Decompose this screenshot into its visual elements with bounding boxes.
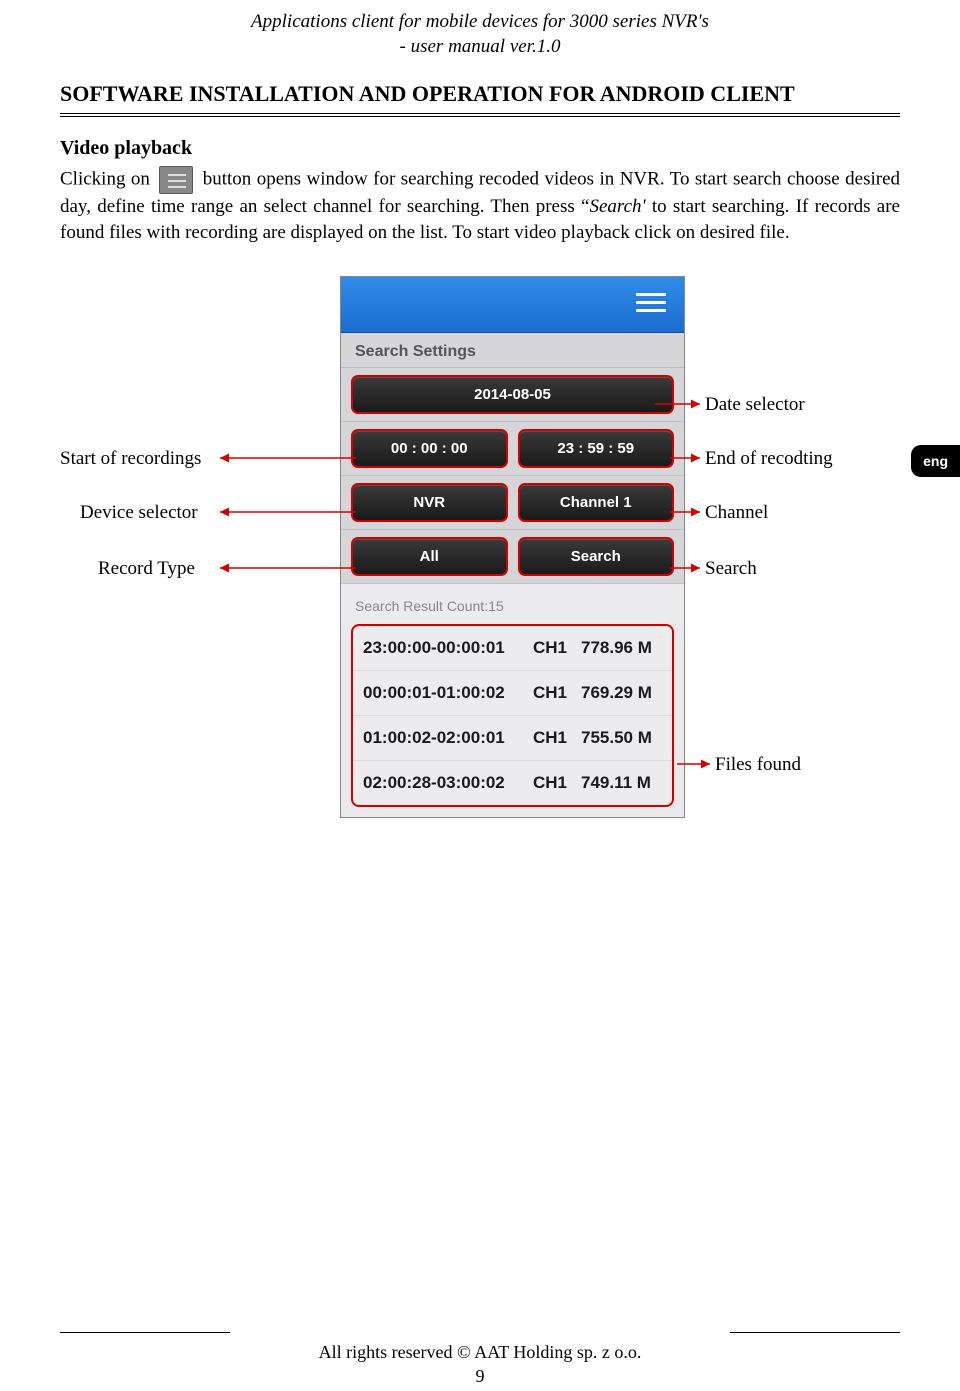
result-size: 749.11 M xyxy=(581,773,662,793)
result-size: 769.29 M xyxy=(581,683,662,703)
callout-search: Search xyxy=(705,558,757,580)
search-button[interactable]: Search xyxy=(518,537,675,576)
callout-channel: Channel xyxy=(705,502,768,524)
time-row: 00 : 00 : 00 23 : 59 : 59 xyxy=(341,422,684,476)
header-line1: Applications client for mobile devices f… xyxy=(60,10,900,35)
callout-device: Device selector xyxy=(80,502,198,524)
list-item[interactable]: 01:00:02-02:00:01 CH1 755.50 M xyxy=(353,716,672,761)
list-item[interactable]: 23:00:00-00:00:01 CH1 778.96 M xyxy=(353,626,672,671)
date-row: 2014-08-05 xyxy=(341,368,684,422)
callout-date: Date selector xyxy=(705,394,805,416)
list-item[interactable]: 02:00:28-03:00:02 CH1 749.11 M xyxy=(353,761,672,805)
topbar xyxy=(341,277,684,333)
date-selector[interactable]: 2014-08-05 xyxy=(351,375,674,414)
footer-rights: All rights reserved © AAT Holding sp. z … xyxy=(0,1342,960,1363)
section-title: SOFTWARE INSTALLATION AND OPERATION FOR … xyxy=(60,81,900,107)
callout-start: Start of recordings xyxy=(60,448,201,470)
device-row: NVR Channel 1 xyxy=(341,476,684,530)
doc-header: Applications client for mobile devices f… xyxy=(60,10,900,59)
callout-rtype: Record Type xyxy=(98,558,195,580)
result-channel: CH1 xyxy=(533,773,581,793)
menu-icon[interactable] xyxy=(636,293,666,315)
result-count: Search Result Count:15 xyxy=(341,584,684,624)
search-row: All Search xyxy=(341,530,684,584)
result-channel: CH1 xyxy=(533,683,581,703)
page-number: 9 xyxy=(0,1366,960,1387)
result-size: 755.50 M xyxy=(581,728,662,748)
result-channel: CH1 xyxy=(533,728,581,748)
result-time: 01:00:02-02:00:01 xyxy=(363,728,533,748)
device-selector[interactable]: NVR xyxy=(351,483,508,522)
result-box: 23:00:00-00:00:01 CH1 778.96 M 00:00:01-… xyxy=(351,624,674,807)
diagram-area: Search Settings 2014-08-05 00 : 00 : 00 … xyxy=(60,276,900,996)
body-p1a: Clicking on xyxy=(60,169,155,190)
section-rule xyxy=(60,113,900,117)
channel-selector[interactable]: Channel 1 xyxy=(518,483,675,522)
subsection-title: Video playback xyxy=(60,137,900,160)
body-paragraph: Clicking on button opens window for sear… xyxy=(60,166,900,245)
time-to[interactable]: 23 : 59 : 59 xyxy=(518,429,675,468)
language-tab[interactable]: eng xyxy=(911,445,960,477)
playback-list-icon xyxy=(159,166,193,194)
header-line2: - user manual ver.1.0 xyxy=(60,35,900,60)
time-from[interactable]: 00 : 00 : 00 xyxy=(351,429,508,468)
search-settings-title: Search Settings xyxy=(341,333,684,368)
result-time: 23:00:00-00:00:01 xyxy=(363,638,533,658)
body-p1c: Search' xyxy=(589,196,645,217)
result-channel: CH1 xyxy=(533,638,581,658)
footer-rules xyxy=(60,1332,900,1333)
result-time: 02:00:28-03:00:02 xyxy=(363,773,533,793)
screenshot: Search Settings 2014-08-05 00 : 00 : 00 … xyxy=(340,276,685,818)
callout-files: Files found xyxy=(715,754,801,776)
callout-end: End of recodting xyxy=(705,448,833,470)
list-item[interactable]: 00:00:01-01:00:02 CH1 769.29 M xyxy=(353,671,672,716)
result-time: 00:00:01-01:00:02 xyxy=(363,683,533,703)
result-size: 778.96 M xyxy=(581,638,662,658)
record-type[interactable]: All xyxy=(351,537,508,576)
